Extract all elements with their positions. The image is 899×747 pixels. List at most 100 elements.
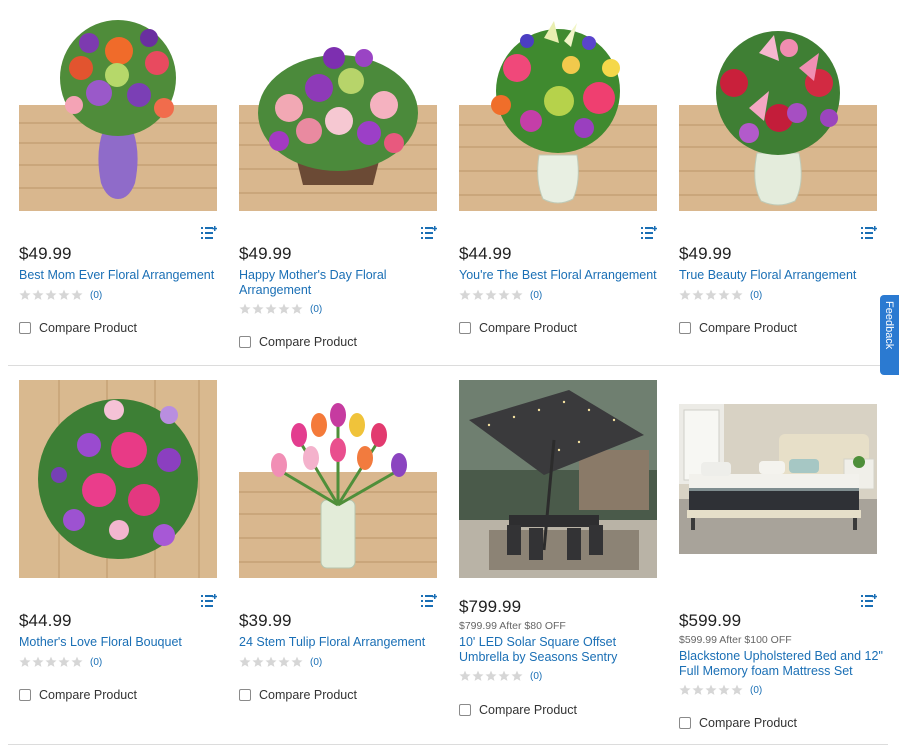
star-icon — [718, 684, 730, 696]
star-icon — [265, 303, 277, 315]
star-icon — [19, 656, 31, 668]
compare-product[interactable]: Compare Product — [679, 321, 797, 335]
star-icon — [692, 684, 704, 696]
star-icon — [278, 656, 290, 668]
compare-checkbox[interactable] — [239, 336, 251, 348]
add-to-list-icon[interactable] — [641, 226, 657, 240]
star-icon — [58, 656, 70, 668]
rating-count[interactable]: (0) — [90, 290, 102, 301]
star-icon — [58, 289, 70, 301]
star-icon — [705, 684, 717, 696]
product-title-link[interactable]: Blackstone Upholstered Bed and 12" Full … — [679, 649, 884, 679]
compare-checkbox[interactable] — [459, 322, 471, 334]
product-image[interactable] — [679, 13, 877, 211]
star-icon — [291, 656, 303, 668]
compare-checkbox[interactable] — [19, 322, 31, 334]
star-icon — [45, 289, 57, 301]
product-price: $599.99 — [679, 611, 742, 630]
lily-rose-bouquet-image — [679, 13, 877, 211]
product-image[interactable] — [459, 13, 657, 211]
rating-stars[interactable]: (0) — [459, 289, 542, 301]
rating-stars[interactable]: (0) — [19, 289, 102, 301]
star-icon — [705, 289, 717, 301]
rating-count[interactable]: (0) — [750, 290, 762, 301]
add-to-list-icon[interactable] — [861, 226, 877, 240]
compare-product[interactable]: Compare Product — [679, 716, 797, 730]
star-icon — [511, 289, 523, 301]
add-to-list-icon[interactable] — [201, 226, 217, 240]
wrapped-bouquet-top-view-image — [19, 380, 217, 578]
product-price: $49.99 — [19, 244, 72, 263]
compare-checkbox[interactable] — [239, 689, 251, 701]
product-price: $44.99 — [459, 244, 512, 263]
product-image[interactable] — [19, 13, 217, 211]
feedback-label: Feedback — [883, 301, 895, 350]
star-icon — [19, 289, 31, 301]
add-to-list-icon[interactable] — [861, 594, 877, 608]
compare-label: Compare Product — [699, 321, 797, 335]
star-icon — [692, 289, 704, 301]
compare-product[interactable]: Compare Product — [239, 335, 357, 349]
star-icon — [252, 303, 264, 315]
compare-checkbox[interactable] — [679, 717, 691, 729]
product-title-link[interactable]: You're The Best Floral Arrangement — [459, 268, 659, 283]
product-image[interactable] — [239, 13, 437, 211]
rating-count[interactable]: (0) — [90, 657, 102, 668]
rating-stars[interactable]: (0) — [679, 684, 762, 696]
star-icon — [485, 289, 497, 301]
product-title-link[interactable]: 24 Stem Tulip Floral Arrangement — [239, 635, 439, 650]
add-to-list-icon[interactable] — [201, 594, 217, 608]
compare-label: Compare Product — [699, 716, 797, 730]
glass-vase-mixed-bouquet-image — [459, 13, 657, 211]
star-icon — [71, 656, 83, 668]
rating-stars[interactable]: (0) — [239, 656, 322, 668]
bed-mattress-image — [679, 404, 877, 554]
product-title-link[interactable]: 10' LED Solar Square Offset Umbrella by … — [459, 635, 659, 665]
compare-checkbox[interactable] — [679, 322, 691, 334]
product-image[interactable] — [459, 380, 657, 578]
rating-count[interactable]: (0) — [750, 685, 762, 696]
rating-count[interactable]: (0) — [310, 657, 322, 668]
product-title-link[interactable]: Happy Mother's Day Floral Arrangement — [239, 268, 399, 298]
compare-product[interactable]: Compare Product — [459, 321, 577, 335]
star-icon — [265, 656, 277, 668]
star-icon — [45, 656, 57, 668]
rebate-price: $799.99 After $80 OFF — [459, 620, 566, 632]
star-icon — [239, 303, 251, 315]
star-icon — [472, 289, 484, 301]
rating-stars[interactable]: (0) — [459, 670, 542, 682]
product-image[interactable] — [679, 404, 877, 554]
rating-stars[interactable]: (0) — [679, 289, 762, 301]
product-image[interactable] — [19, 380, 217, 578]
product-title-link[interactable]: Mother's Love Floral Bouquet — [19, 635, 219, 650]
product-price: $49.99 — [239, 244, 292, 263]
feedback-tab[interactable]: Feedback — [880, 295, 899, 375]
product-title-link[interactable]: Best Mom Ever Floral Arrangement — [19, 268, 219, 283]
compare-label: Compare Product — [259, 688, 357, 702]
rating-count[interactable]: (0) — [310, 304, 322, 315]
compare-product[interactable]: Compare Product — [19, 321, 137, 335]
star-icon — [459, 289, 471, 301]
rating-count[interactable]: (0) — [530, 290, 542, 301]
compare-product[interactable]: Compare Product — [239, 688, 357, 702]
product-row: $44.99 Mother's Love Floral Bouquet (0) … — [0, 366, 899, 747]
compare-product[interactable]: Compare Product — [459, 703, 577, 717]
product-title-link[interactable]: True Beauty Floral Arrangement — [679, 268, 879, 283]
star-icon — [498, 670, 510, 682]
star-icon — [278, 303, 290, 315]
add-to-list-icon[interactable] — [421, 226, 437, 240]
product-image[interactable] — [239, 380, 437, 578]
star-icon — [498, 289, 510, 301]
compare-checkbox[interactable] — [19, 689, 31, 701]
tulip-vase-image — [239, 380, 437, 578]
wooden-box-arrangement-image — [239, 13, 437, 211]
product-row: $49.99 Best Mom Ever Floral Arrangement … — [0, 0, 899, 366]
rating-stars[interactable]: (0) — [19, 656, 102, 668]
star-icon — [679, 684, 691, 696]
star-icon — [731, 684, 743, 696]
rating-count[interactable]: (0) — [530, 671, 542, 682]
compare-checkbox[interactable] — [459, 704, 471, 716]
compare-product[interactable]: Compare Product — [19, 688, 137, 702]
rating-stars[interactable]: (0) — [239, 303, 322, 315]
add-to-list-icon[interactable] — [421, 594, 437, 608]
